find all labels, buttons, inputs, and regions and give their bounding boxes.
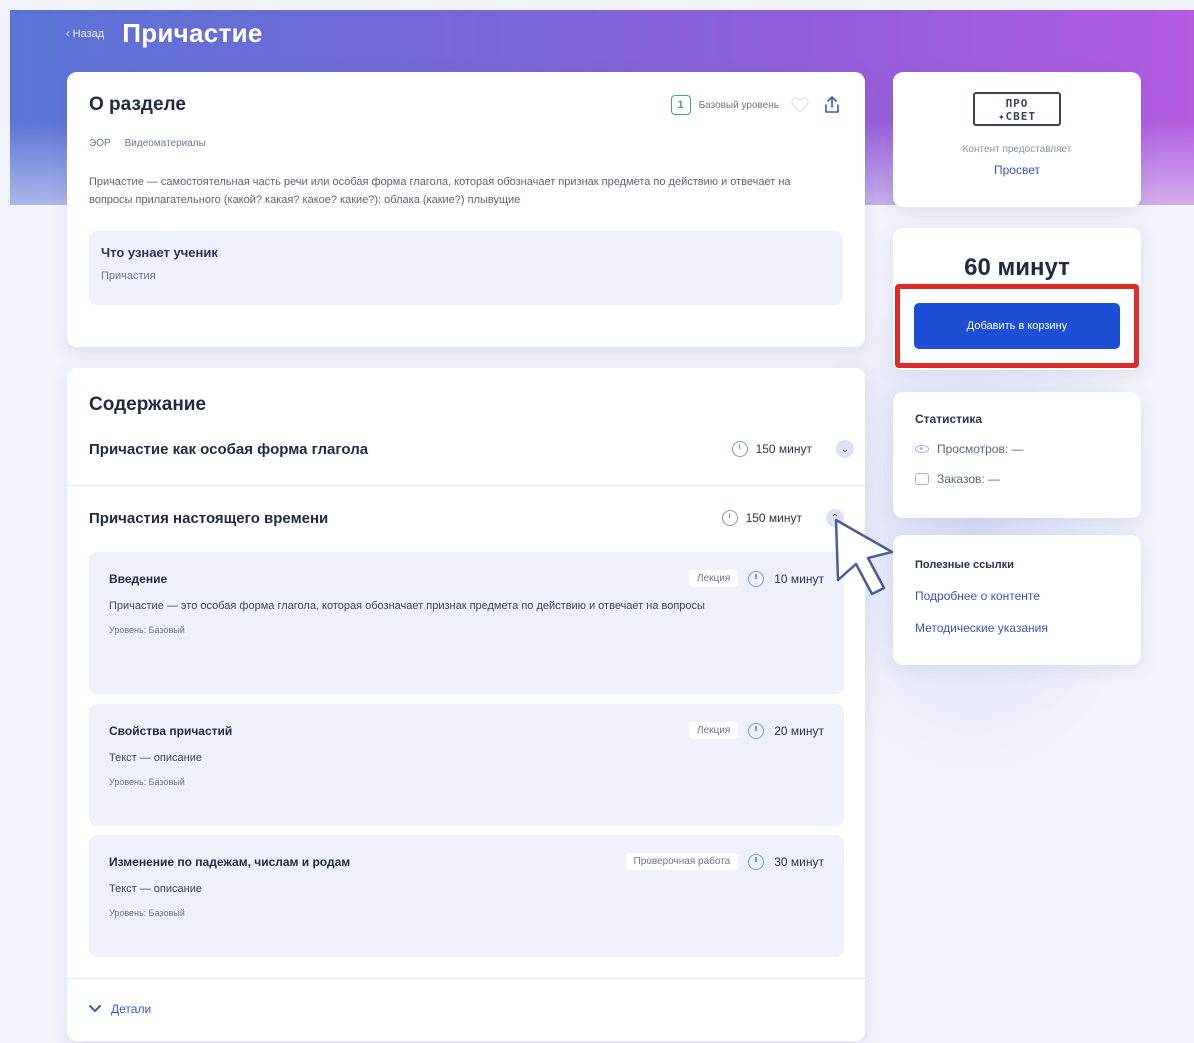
- chevron-down-icon[interactable]: ⌄: [836, 440, 854, 458]
- views-count: Просмотров: —: [937, 442, 1024, 456]
- logo-text-top: ПРО: [1005, 97, 1029, 110]
- divider: [67, 978, 865, 979]
- lesson-card[interactable]: Изменение по падежам, числам и родам Про…: [89, 835, 844, 957]
- link-content-details[interactable]: Подробнее о контенте: [915, 589, 1119, 603]
- level-label: Базовый уровень: [698, 99, 779, 111]
- eye-icon: [915, 445, 929, 453]
- cart-icon: [915, 473, 929, 485]
- tag: Видеоматериалы: [124, 138, 206, 149]
- section-title: Причастия настоящего времени: [89, 509, 329, 527]
- section-row[interactable]: Причастие как особая форма глагола 150 м…: [89, 440, 854, 458]
- lesson-card[interactable]: Введение Лекция 10 минут Причастие — это…: [89, 552, 844, 694]
- chevron-down-icon: [89, 1005, 101, 1013]
- level-badge: 1 Базовый уровень: [670, 95, 779, 115]
- stat-views: Просмотров: —: [915, 442, 1119, 456]
- content-card: Содержание Причастие как особая форма гл…: [67, 368, 865, 1041]
- lesson-card[interactable]: Свойства причастий Лекция 20 минут Текст…: [89, 704, 844, 826]
- details-label: Детали: [111, 1002, 152, 1016]
- provider-logo: ПРО ✦СВЕТ: [973, 92, 1061, 126]
- add-to-cart-button[interactable]: Добавить в корзину: [914, 303, 1120, 349]
- lesson-title: Свойства причастий: [109, 723, 233, 738]
- lesson-duration: 30 минут: [774, 854, 824, 869]
- tag: ЭОР: [89, 138, 111, 149]
- logo-text-bottom: ✦СВЕТ: [997, 110, 1037, 123]
- stats-card: Статистика Просмотров: — Заказов: —: [893, 392, 1141, 518]
- lesson-level: Уровень: Базовый: [109, 908, 185, 918]
- lesson-type-badge: Лекция: [689, 722, 739, 739]
- share-button[interactable]: [821, 94, 843, 116]
- price-value: 60 минут: [964, 254, 1070, 281]
- learn-title: Что узнает ученик: [101, 245, 218, 260]
- learn-item: Причастия: [101, 270, 156, 282]
- lesson-description: Текст — описание: [109, 883, 202, 895]
- clock-icon: [721, 510, 738, 526]
- lesson-duration: 10 минут: [774, 571, 824, 586]
- orders-count: Заказов: —: [937, 472, 1001, 486]
- tag-list: ЭОР Видеоматериалы: [89, 138, 843, 149]
- content-title: Содержание: [89, 394, 207, 415]
- lesson-description: Текст — описание: [109, 752, 202, 764]
- details-toggle[interactable]: Детали: [89, 1002, 151, 1016]
- about-card: О разделе 1 Базовый уровень ЭОР Видеомат…: [67, 72, 865, 347]
- heart-icon: [791, 97, 809, 113]
- lesson-level: Уровень: Базовый: [109, 625, 185, 635]
- about-title: О разделе: [89, 94, 186, 115]
- chevron-left-icon: ‹: [66, 27, 70, 40]
- provider-name[interactable]: Просвет: [893, 163, 1141, 177]
- clock-icon: [748, 570, 765, 587]
- section-title: Причастие как особая форма глагола: [89, 440, 369, 458]
- about-description: Причастие — самостоятельная часть речи и…: [89, 176, 791, 206]
- stats-title: Статистика: [915, 412, 983, 426]
- topbar: ‹ Назад Причастие: [66, 18, 263, 49]
- clock-icon: [748, 722, 765, 739]
- back-link[interactable]: ‹ Назад: [66, 28, 104, 40]
- back-label: Назад: [72, 27, 105, 40]
- lesson-level: Уровень: Базовый: [109, 777, 185, 787]
- section-duration: 150 минут: [755, 442, 812, 456]
- clock-icon: [731, 441, 748, 457]
- page-title: Причастие: [122, 18, 263, 48]
- lesson-title: Изменение по падежам, числам и родам: [109, 854, 351, 869]
- lesson-duration: 20 минут: [774, 723, 824, 738]
- section-row[interactable]: Причастия настоящего времени 150 минут ⌃: [89, 509, 854, 527]
- provider-caption: Контент предоставляет: [962, 144, 1072, 155]
- links-card: Полезные ссылки Подробнее о контенте Мет…: [893, 535, 1141, 665]
- divider: [67, 485, 865, 486]
- clock-icon: [748, 853, 765, 870]
- link-guidelines[interactable]: Методические указания: [915, 621, 1119, 635]
- learn-box: Что узнает ученик Причастия: [89, 231, 843, 305]
- mouse-cursor-icon: [834, 518, 894, 596]
- share-icon: [825, 96, 839, 113]
- lesson-type-badge: Лекция: [689, 570, 739, 587]
- stat-orders: Заказов: —: [915, 472, 1119, 486]
- lesson-title: Введение: [109, 571, 168, 586]
- links-title: Полезные ссылки: [915, 559, 1014, 571]
- section-duration: 150 минут: [745, 511, 802, 525]
- price-card: 60 минут Добавить в корзину: [893, 228, 1141, 370]
- lesson-description: Причастие — это особая форма глагола, ко…: [109, 600, 705, 612]
- favorite-button[interactable]: [789, 94, 811, 116]
- level-number: 1: [670, 95, 691, 115]
- provider-card: ПРО ✦СВЕТ Контент предоставляет Просвет: [893, 72, 1141, 207]
- lesson-type-badge: Проверочная работа: [625, 853, 739, 870]
